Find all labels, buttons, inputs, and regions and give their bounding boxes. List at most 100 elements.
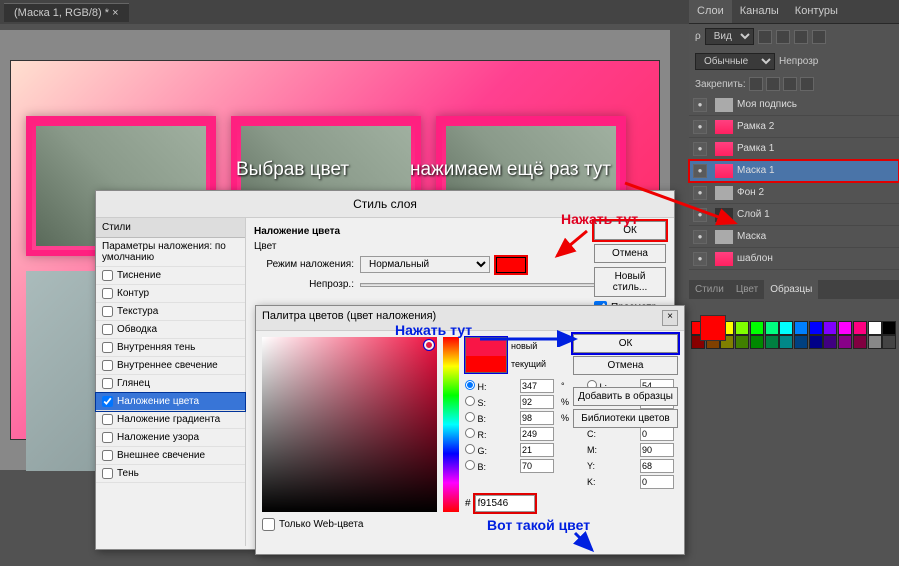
visibility-icon[interactable]: ● (693, 252, 707, 266)
blend-mode-select[interactable]: Нормальный (360, 256, 490, 273)
h-radio[interactable] (465, 380, 475, 390)
hue-slider[interactable] (443, 337, 459, 512)
document-tab[interactable]: (Маска 1, RGB/8) * × (4, 3, 129, 22)
swatch[interactable] (750, 321, 764, 335)
b-rgb-radio[interactable] (465, 460, 475, 470)
style-option[interactable]: Текстура (96, 303, 245, 321)
swatch[interactable] (794, 335, 808, 349)
style-checkbox[interactable] (102, 324, 113, 335)
style-option[interactable]: Глянец (96, 375, 245, 393)
web-colors-checkbox[interactable] (262, 518, 275, 531)
layer-filter-select[interactable]: Вид (705, 28, 754, 45)
style-option[interactable]: Наложение узора (96, 429, 245, 447)
color-subtab[interactable]: Цвет (730, 280, 764, 299)
styles-header[interactable]: Стили (96, 218, 245, 238)
layer-row[interactable]: ●Фон 2 (689, 182, 899, 204)
layer-row[interactable]: ●Моя подпись (689, 94, 899, 116)
layer-row[interactable]: ●Маска (689, 226, 899, 248)
color-chip[interactable] (496, 257, 526, 273)
lock-position-icon[interactable] (783, 77, 797, 91)
swatch[interactable] (853, 321, 867, 335)
swatch[interactable] (823, 335, 837, 349)
visibility-icon[interactable]: ● (693, 142, 707, 156)
y-input[interactable] (640, 459, 674, 473)
swatches-subtab[interactable]: Образцы (764, 280, 818, 299)
ok-button[interactable]: ОК (594, 221, 666, 240)
swatch[interactable] (794, 321, 808, 335)
styles-subtab[interactable]: Стили (689, 280, 730, 299)
s-radio[interactable] (465, 396, 475, 406)
swatch[interactable] (882, 335, 896, 349)
style-option[interactable]: Тень (96, 465, 245, 483)
style-option[interactable]: Обводка (96, 321, 245, 339)
style-checkbox[interactable] (102, 342, 113, 353)
lock-all-icon[interactable] (800, 77, 814, 91)
swatch[interactable] (765, 321, 779, 335)
paths-tab[interactable]: Контуры (787, 0, 846, 23)
style-option[interactable]: Тиснение (96, 267, 245, 285)
cancel-button[interactable]: Отмена (594, 244, 666, 263)
swatch[interactable] (868, 321, 882, 335)
swatch[interactable] (750, 335, 764, 349)
add-swatch-button[interactable]: Добавить в образцы (573, 387, 678, 406)
style-option[interactable]: Внешнее свечение (96, 447, 245, 465)
style-checkbox[interactable] (102, 432, 113, 443)
layer-row[interactable]: ●шаблон (689, 248, 899, 270)
swatch[interactable] (735, 335, 749, 349)
filter-icon[interactable] (812, 30, 826, 44)
color-libs-button[interactable]: Библиотеки цветов (573, 409, 678, 428)
lock-transparent-icon[interactable] (749, 77, 763, 91)
style-checkbox[interactable] (102, 270, 113, 281)
layer-row[interactable]: ●Рамка 2 (689, 116, 899, 138)
visibility-icon[interactable]: ● (693, 208, 707, 222)
s-input[interactable] (520, 395, 554, 409)
lock-paint-icon[interactable] (766, 77, 780, 91)
opacity-slider[interactable] (360, 283, 615, 287)
visibility-icon[interactable]: ● (693, 186, 707, 200)
style-checkbox[interactable] (102, 468, 113, 479)
g-input[interactable] (520, 443, 554, 457)
visibility-icon[interactable]: ● (693, 120, 707, 134)
swatch[interactable] (838, 335, 852, 349)
style-option[interactable]: Наложение градиента (96, 411, 245, 429)
r-radio[interactable] (465, 428, 475, 438)
color-field[interactable] (262, 337, 437, 512)
layer-row[interactable]: ●Слой 1 (689, 204, 899, 226)
layer-row[interactable]: ●Рамка 1 (689, 138, 899, 160)
style-option[interactable]: Контур (96, 285, 245, 303)
swatch[interactable] (823, 321, 837, 335)
style-checkbox[interactable] (102, 288, 113, 299)
b-hsb-input[interactable] (520, 411, 554, 425)
style-option[interactable]: Внутренняя тень (96, 339, 245, 357)
visibility-icon[interactable]: ● (693, 164, 707, 178)
swatch[interactable] (868, 335, 882, 349)
swatch[interactable] (735, 321, 749, 335)
layers-tab[interactable]: Слои (689, 0, 732, 23)
swatch[interactable] (779, 321, 793, 335)
style-checkbox[interactable] (102, 450, 113, 461)
hex-input[interactable] (475, 495, 535, 512)
swatch[interactable] (838, 321, 852, 335)
g-radio[interactable] (465, 444, 475, 454)
k-input[interactable] (640, 475, 674, 489)
swatch[interactable] (809, 321, 823, 335)
style-option[interactable]: Внутреннее свечение (96, 357, 245, 375)
h-input[interactable] (520, 379, 554, 393)
blending-options[interactable]: Параметры наложения: по умолчанию (96, 238, 245, 267)
swatch[interactable] (853, 335, 867, 349)
new-style-button[interactable]: Новый стиль... (594, 267, 666, 297)
blend-mode-select[interactable]: Обычные (695, 53, 775, 70)
close-icon[interactable]: × (662, 310, 678, 326)
picker-ok-button[interactable]: ОК (573, 334, 678, 353)
picker-cancel-button[interactable]: Отмена (573, 356, 678, 375)
c-input[interactable] (640, 427, 674, 441)
m-input[interactable] (640, 443, 674, 457)
swatch[interactable] (765, 335, 779, 349)
layer-row[interactable]: ●Маска 1 (689, 160, 899, 182)
filter-icon[interactable] (776, 30, 790, 44)
swatch[interactable] (882, 321, 896, 335)
filter-icon[interactable] (758, 30, 772, 44)
visibility-icon[interactable]: ● (693, 230, 707, 244)
style-checkbox[interactable] (102, 360, 113, 371)
style-checkbox[interactable] (102, 414, 113, 425)
